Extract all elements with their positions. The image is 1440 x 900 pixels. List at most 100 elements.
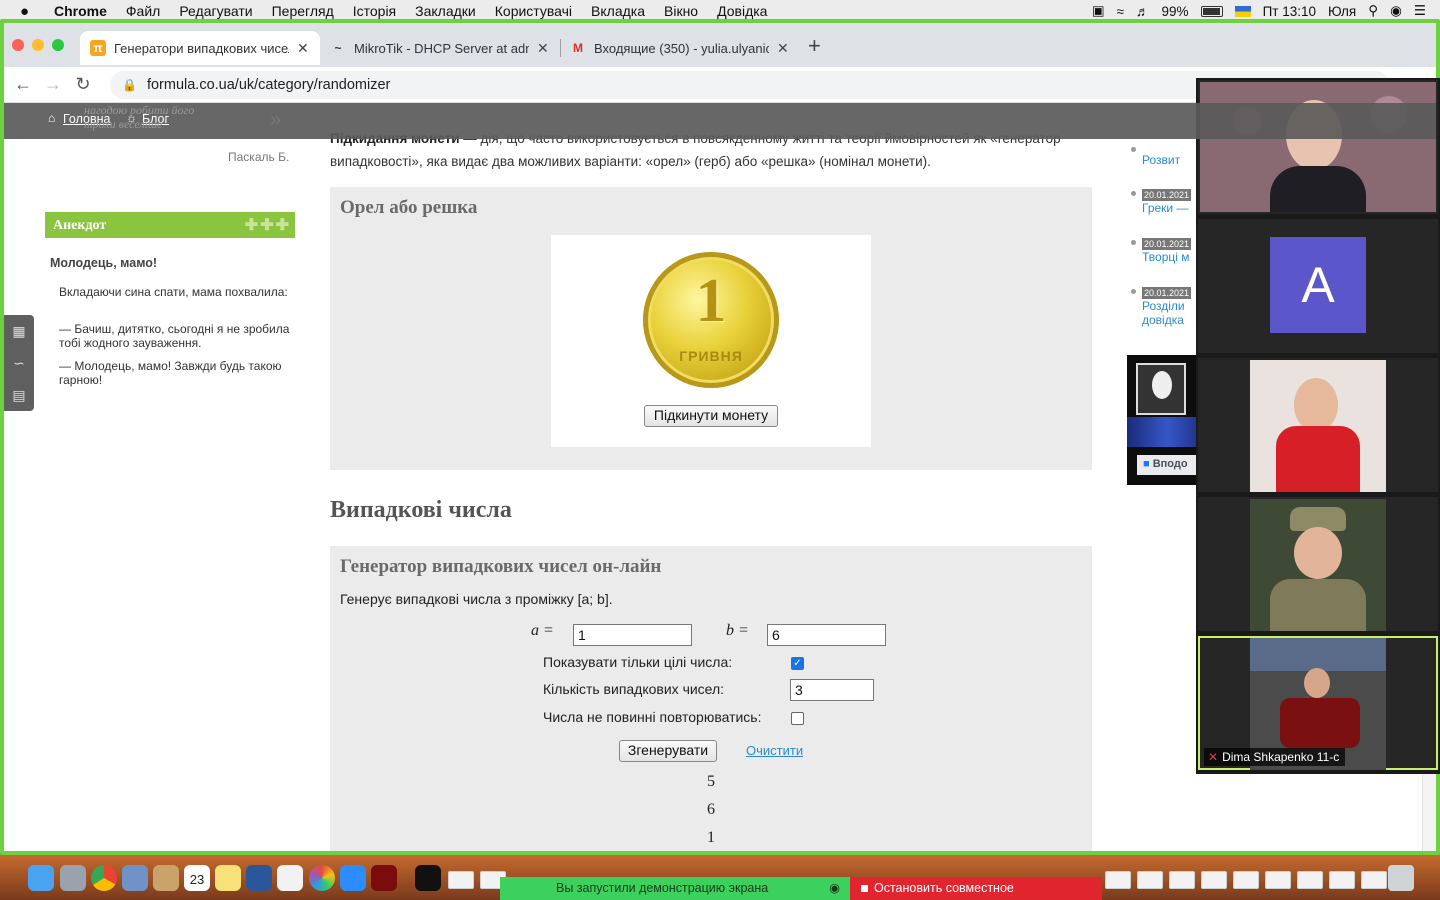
participant-name-tag: ✕ Dima Shkapenko 11-c [1204,748,1346,766]
toss-coin-button[interactable]: Підкинути монету [644,405,778,427]
news-link[interactable]: Розвит [1142,153,1202,167]
generator-title: Генератор випадкових чисел он-лайн [340,556,662,577]
wifi-icon[interactable]: ≈ [1117,4,1124,19]
no-repeat-checkbox[interactable] [791,712,804,725]
photos-icon[interactable] [309,865,335,891]
word-icon[interactable] [246,865,272,891]
calendar-icon[interactable]: 23 [184,865,210,891]
news-link[interactable]: Розділи довідка [1142,299,1202,327]
flash-icon[interactable] [371,865,397,891]
tab-gmail[interactable]: M Входящие (350) - yulia.ulyanic ✕ [560,31,800,65]
tab-mikrotik[interactable]: ~ MikroTik - DHCP Server at adm ✕ [320,31,560,65]
minimized-window-icon[interactable] [1201,871,1227,889]
participant-tile-active[interactable]: ✕ Dima Shkapenko 11-c [1198,636,1438,770]
tab-title: MikroTik - DHCP Server at adm [354,40,529,56]
news-item[interactable]: 20.01.2021 Розділи довідка [1142,284,1202,327]
menubar-clock[interactable]: Пт 13:10 [1263,4,1316,19]
input-source-flag-icon[interactable] [1234,5,1251,17]
lock-icon[interactable]: 🔒 [122,78,137,92]
clear-link[interactable]: Очистити [746,743,803,758]
url-text[interactable]: formula.co.ua/uk/category/randomizer [147,77,390,93]
quote-author: Паскаль Б. [228,150,290,164]
close-tab-icon[interactable]: ✕ [297,40,309,57]
coin-panel: 1 ГРИВНЯ Підкинути монету [551,235,871,447]
a-input[interactable]: 1 [573,624,692,646]
menu-window[interactable]: Вікно [664,3,698,19]
minimized-window-icon[interactable] [448,871,474,889]
participant-tile[interactable]: A [1198,219,1438,353]
home-icon: ⌂ [48,111,56,125]
menu-file[interactable]: Файл [126,3,160,19]
forward-arrow-icon[interactable]: → [38,74,68,95]
terminal-icon[interactable] [415,865,441,891]
chrome-icon[interactable] [91,865,117,891]
close-tab-icon[interactable]: ✕ [537,40,549,57]
new-tab-button[interactable]: + [808,33,821,59]
minimized-window-icon[interactable] [1169,871,1195,889]
close-tab-icon[interactable]: ✕ [777,40,789,57]
stickies-icon[interactable] [215,865,241,891]
zoom-window-button[interactable] [52,39,64,51]
trash-icon[interactable] [1388,865,1414,891]
menu-edit[interactable]: Редагувати [179,3,252,19]
minimized-window-icon[interactable] [1297,871,1323,889]
preview-icon[interactable] [122,865,148,891]
menu-bookmarks[interactable]: Закладки [415,3,476,19]
table-icon[interactable]: ▦ [12,323,25,340]
menu-history[interactable]: Історія [353,3,396,19]
menu-view[interactable]: Перегляд [272,3,334,19]
notes-app-icon[interactable] [153,865,179,891]
stop-share-button[interactable]: Остановить совместное использование [850,877,1102,900]
menu-users[interactable]: Користувачі [495,3,572,19]
menubar-user[interactable]: Юля [1328,4,1356,19]
joke-header-label: Анекдот [53,218,107,233]
menu-help[interactable]: Довідка [717,3,767,19]
minimize-window-button[interactable] [32,39,44,51]
participant-tile[interactable] [1198,358,1438,492]
camera-icon[interactable]: ▣ [1092,3,1105,19]
siri-icon[interactable]: ◉ [1390,3,1402,19]
reminders-icon[interactable] [277,865,303,891]
generator-description: Генерує випадкові числа з проміжку [a; b… [340,591,613,607]
news-item[interactable]: 20.01.2021 Творці м [1142,235,1202,264]
news-link[interactable]: Греки — [1142,201,1202,215]
volume-icon[interactable]: ♬ [1136,4,1150,19]
joke-paragraph: — Бачиш, дитятко, сьогодні я не зробила … [59,322,290,350]
control-list-icon[interactable]: ☰ [1414,3,1426,19]
participant-tile[interactable] [1198,80,1438,214]
minimized-window-icon[interactable] [1265,871,1291,889]
reload-icon[interactable]: ↻ [68,74,98,95]
apple-menu-icon[interactable]: ● [20,3,40,20]
news-link[interactable]: Творці м [1142,250,1202,264]
chevron-right-icon[interactable]: » [270,109,281,132]
news-item[interactable]: 20.01.2021 Греки — [1142,186,1202,215]
minimized-window-icon[interactable] [1105,871,1131,889]
back-arrow-icon[interactable]: ← [8,74,38,95]
menu-tab[interactable]: Вкладка [591,3,645,19]
participant-avatar: A [1270,237,1366,333]
graph-icon[interactable]: ∽ [13,355,25,372]
count-input[interactable]: 3 [790,679,874,701]
finder-icon[interactable] [28,865,54,891]
generate-button[interactable]: Згенерувати [619,740,717,762]
minimized-window-icon[interactable] [1361,871,1387,889]
participant-tile[interactable] [1198,497,1438,631]
integers-only-checkbox[interactable]: ✓ [791,657,804,670]
minimized-window-icon[interactable] [1233,871,1259,889]
share-status-icon: ◉ [829,881,840,895]
book-icon[interactable]: ▤ [12,387,25,404]
tab-randomizer[interactable]: π Генератори випадкових чисел ✕ [80,31,320,65]
close-window-button[interactable] [12,39,24,51]
zoom-app-icon[interactable] [340,865,366,891]
minimized-window-icon[interactable] [1329,871,1355,889]
tab-strip: π Генератори випадкових чисел ✕ ~ MikroT… [4,23,1436,67]
b-input[interactable]: 6 [767,624,886,646]
minimized-window-icon[interactable] [1137,871,1163,889]
launchpad-icon[interactable] [60,865,86,891]
coin-word: ГРИВНЯ [679,348,743,364]
battery-icon[interactable] [1200,5,1223,17]
battery-percent[interactable]: 99% [1162,4,1189,19]
spotlight-search-icon[interactable]: ⚲ [1368,3,1378,19]
menu-chrome[interactable]: Chrome [54,3,107,19]
news-item[interactable]: Розвит [1142,153,1202,167]
